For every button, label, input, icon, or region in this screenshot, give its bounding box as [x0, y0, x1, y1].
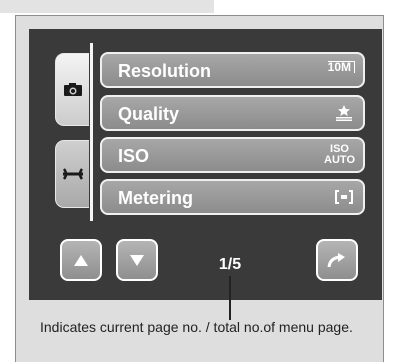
callout-line [229, 276, 231, 320]
camera-icon [63, 83, 82, 96]
menu-item-label: Quality [118, 104, 180, 124]
page-down-button[interactable] [116, 239, 158, 281]
up-arrow-icon [74, 254, 88, 266]
tab-divider [90, 43, 93, 221]
tab-setup[interactable] [55, 140, 89, 208]
down-arrow-icon [130, 254, 144, 266]
menu-item-quality[interactable]: Quality [100, 95, 365, 131]
menu-item-resolution[interactable]: Resolution 10M [100, 52, 365, 88]
menu-item-metering[interactable]: Metering [100, 179, 365, 215]
menu-item-label: ISO [118, 146, 150, 166]
header-tab [0, 0, 214, 13]
return-button[interactable] [316, 239, 358, 281]
quality-stars-icon [336, 105, 352, 121]
menu-item-iso[interactable]: ISO ISO AUTO [100, 137, 365, 173]
menu-item-label: Resolution [118, 61, 211, 81]
metering-center-icon [335, 190, 353, 204]
page-up-button[interactable] [60, 239, 102, 281]
tab-camera[interactable] [55, 53, 89, 126]
resolution-10m-icon: 10M [327, 61, 355, 73]
page-indicator: 1/5 [218, 256, 242, 273]
caption-text: Indicates current page no. / total no.of… [40, 319, 353, 335]
menu-item-label: Metering [118, 188, 194, 208]
wrench-icon [62, 168, 83, 180]
return-arrow-icon [327, 253, 345, 268]
iso-auto-icon: ISO AUTO [324, 143, 355, 166]
